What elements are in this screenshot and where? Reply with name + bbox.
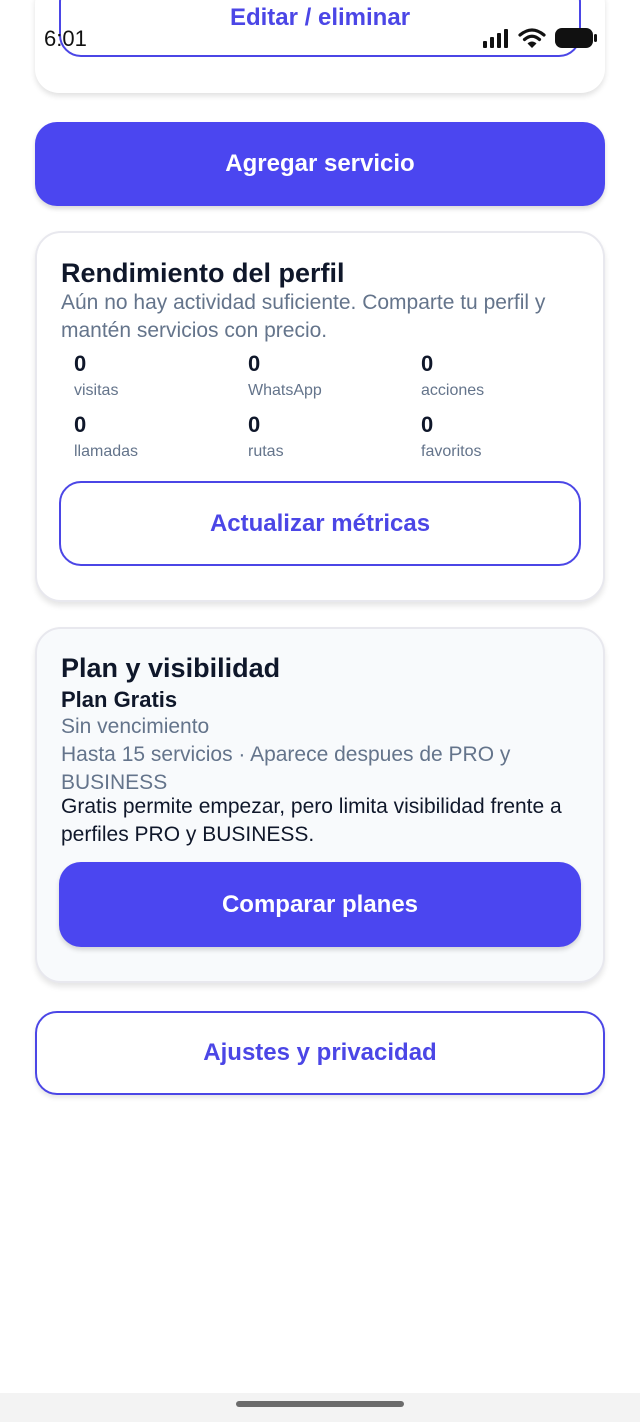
signal-icon [483, 29, 508, 48]
metric-whatsapp: 0 WhatsApp [248, 351, 408, 400]
metric-label: acciones [421, 382, 485, 399]
add-service-button[interactable]: Agregar servicio [35, 122, 605, 206]
plan-note-line1: Gratis permite empezar, pero limita visi… [61, 795, 562, 818]
metric-label: WhatsApp [248, 382, 322, 399]
performance-title: Rendimiento del perfil [61, 258, 345, 288]
plan-note: Gratis permite empezar, pero limita visi… [61, 793, 562, 849]
metric-label: rutas [248, 443, 284, 460]
performance-description: Aún no hay actividad suficiente. Compart… [61, 289, 545, 345]
refresh-metrics-button[interactable]: Actualizar métricas [59, 481, 581, 566]
metric-calls: 0 llamadas [74, 412, 234, 461]
metric-routes: 0 rutas [248, 412, 408, 461]
navigation-bar [0, 1393, 640, 1422]
home-indicator[interactable] [236, 1401, 404, 1407]
plan-note-line2: perfiles PRO y BUSINESS. [61, 823, 315, 846]
performance-description-line1: Aún no hay actividad suficiente. Compart… [61, 291, 546, 314]
compare-plans-label: Comparar planes [221, 890, 419, 918]
performance-description-line2: mantén servicios con precio. [61, 319, 328, 342]
plan-title: Plan y visibilidad [61, 653, 281, 683]
metric-label: visitas [74, 382, 119, 399]
metric-value: 0 [421, 351, 434, 376]
status-bar: 6:01 [0, 0, 640, 78]
plan-limits-line1: Hasta 15 servicios · Aparece despues de … [61, 743, 511, 766]
metric-label: favoritos [421, 443, 482, 460]
metric-visits: 0 visitas [74, 351, 234, 400]
add-service-label: Agregar servicio [225, 150, 415, 177]
plan-name: Plan Gratis [61, 687, 178, 712]
settings-privacy-button[interactable]: Ajustes y privacidad [35, 1011, 605, 1095]
status-icons [482, 27, 598, 49]
compare-plans-button[interactable]: Comparar planes [59, 862, 581, 947]
metric-value: 0 [248, 351, 261, 376]
metric-label: llamadas [74, 443, 139, 460]
plan-expiry: Sin vencimiento [61, 715, 210, 738]
metric-value: 0 [421, 412, 434, 437]
wifi-icon [518, 28, 546, 48]
metric-favorites: 0 favoritos [421, 412, 581, 461]
metric-value: 0 [74, 351, 87, 376]
metric-value: 0 [248, 412, 261, 437]
metric-actions: 0 acciones [421, 351, 581, 400]
plan-details: Sin vencimiento Hasta 15 servicios · Apa… [61, 713, 510, 797]
metric-value: 0 [74, 412, 87, 437]
plan-card: Plan y visibilidad Plan Gratis Sin venci… [35, 627, 605, 983]
settings-privacy-label: Ajustes y privacidad [203, 1039, 437, 1066]
status-time: 6:01 [44, 26, 87, 51]
performance-card: Rendimiento del perfil Aún no hay activi… [35, 231, 605, 602]
refresh-metrics-label: Actualizar métricas [209, 509, 431, 537]
battery-icon [555, 28, 597, 48]
